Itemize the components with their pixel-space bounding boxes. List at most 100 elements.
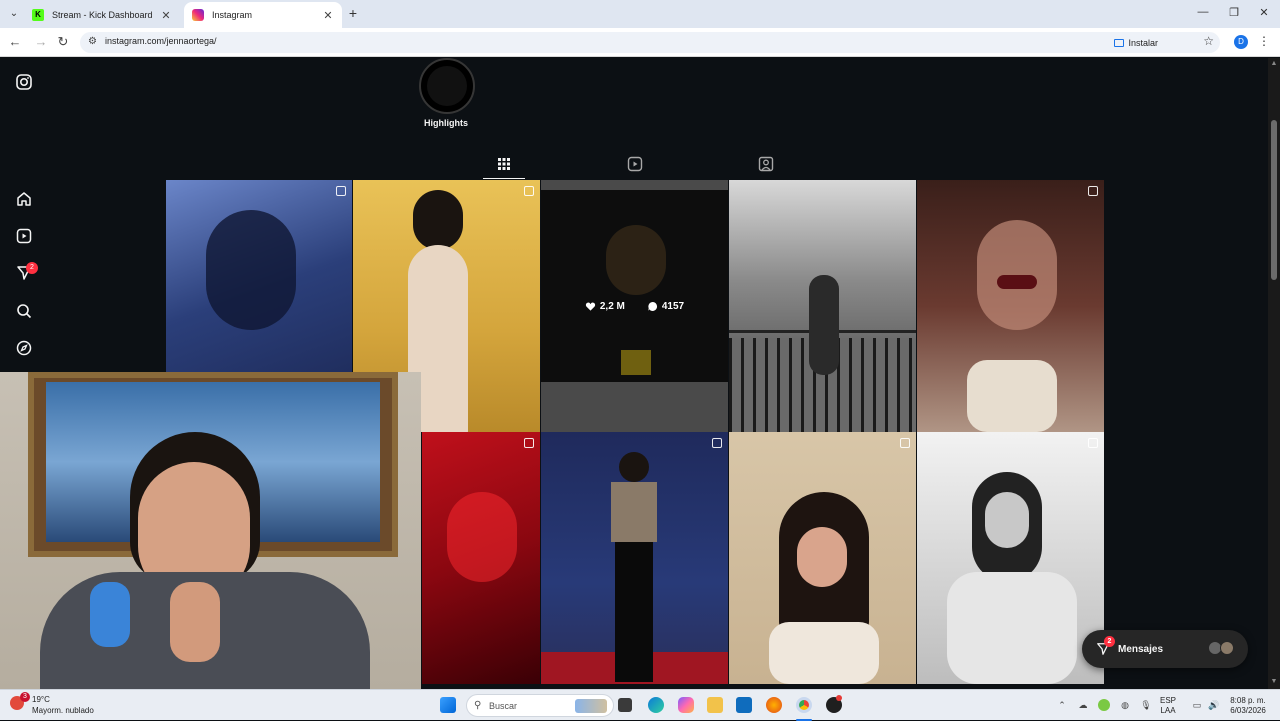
post-tile-hovered[interactable]: 2,2 M 4157 [541, 180, 728, 432]
carousel-icon [524, 438, 534, 448]
tab-kick-dashboard[interactable]: K Stream - Kick Dashboard ✕ [24, 2, 180, 28]
windows-taskbar: 3 19°C Mayorm. nublado ⚲ Buscar ⌃ ☁ ◍ 🎙 … [0, 689, 1280, 721]
address-bar[interactable]: ⚙ instagram.com/jennaortega/ Instalar ☆ [80, 32, 1220, 53]
install-app-button[interactable]: Instalar [1114, 35, 1158, 50]
back-arrow-icon[interactable]: ← [7, 34, 23, 50]
forward-arrow-icon[interactable]: → [33, 34, 49, 50]
messages-badge: 2 [1104, 636, 1115, 647]
avatar [1220, 641, 1234, 655]
post-tile[interactable] [541, 432, 728, 684]
restore-icon[interactable]: ❐ [1227, 6, 1241, 19]
kick-icon: K [32, 9, 44, 21]
site-info-icon[interactable]: ⚙ [88, 36, 97, 47]
notifications-badge: 2 [26, 262, 38, 274]
tagged-tab-icon[interactable] [758, 156, 774, 172]
clock[interactable]: 8:08 p. m. 6/03/2026 [1228, 696, 1268, 716]
firefox-icon[interactable] [766, 697, 782, 713]
store-icon[interactable] [736, 697, 752, 713]
close-tab-icon[interactable]: ✕ [160, 9, 172, 22]
search-icon[interactable] [14, 301, 34, 321]
instagram-icon [192, 9, 204, 21]
bookmark-star-icon[interactable]: ☆ [1203, 34, 1214, 48]
messages-label: Mensajes [1118, 643, 1164, 655]
search-placeholder: Buscar [489, 700, 518, 711]
post-tile[interactable] [917, 432, 1104, 684]
windows-start-icon[interactable] [440, 697, 456, 713]
comments-stat: 4157 [647, 301, 684, 312]
display-icon[interactable]: ▭ [1191, 699, 1203, 711]
instagram-page: 2 Highlights 2,2 M 4157 2 Mensajes ▲ ▼ [0, 58, 1280, 689]
likes-count: 2,2 M [599, 300, 625, 312]
search-highlight-image [575, 699, 607, 713]
explore-compass-icon[interactable] [14, 338, 34, 358]
browser-toolbar: ← → ↻ ⚙ instagram.com/jennaortega/ Insta… [0, 28, 1280, 57]
lang-bottom: LAA [1160, 706, 1176, 715]
url-text[interactable]: instagram.com/jennaortega/ [105, 36, 217, 46]
highlight-label: Highlights [424, 118, 468, 128]
story-highlight-circle[interactable] [419, 58, 475, 114]
profile-avatar[interactable]: D [1234, 35, 1248, 49]
tab-label: Stream - Kick Dashboard [52, 10, 153, 20]
comments-count: 4157 [661, 300, 685, 312]
carousel-icon [336, 186, 346, 196]
copilot-icon[interactable] [678, 697, 694, 713]
carousel-icon [1088, 186, 1098, 196]
tray-app-icon[interactable] [1098, 699, 1110, 711]
instagram-logo-icon[interactable] [14, 72, 34, 92]
carousel-icon [712, 438, 722, 448]
app-notification-dot [836, 695, 842, 701]
taskbar-search[interactable]: ⚲ Buscar [466, 694, 614, 717]
network-tray-icon[interactable]: ◍ [1119, 699, 1131, 711]
lang-top: ESP [1160, 696, 1177, 705]
minimize-icon[interactable]: — [1196, 6, 1210, 18]
post-tile[interactable] [729, 180, 916, 432]
post-tile[interactable] [422, 432, 540, 684]
edge-icon[interactable] [648, 697, 664, 713]
browser-tabstrip: ⌄ K Stream - Kick Dashboard ✕ Instagram … [0, 0, 1280, 28]
onedrive-icon[interactable]: ☁ [1077, 699, 1089, 711]
search-icon: ⚲ [474, 700, 482, 711]
weather-temp: 19°C [32, 695, 50, 704]
heart-icon [585, 302, 595, 311]
scroll-down-icon[interactable]: ▼ [1270, 678, 1278, 685]
file-explorer-icon[interactable] [707, 697, 723, 713]
install-label: Instalar [1128, 37, 1158, 48]
post-hover-overlay: 2,2 M 4157 [541, 180, 728, 432]
scroll-up-icon[interactable]: ▲ [1270, 60, 1278, 67]
likes-stat: 2,2 M [585, 301, 625, 312]
messages-button[interactable]: 2 Mensajes [1082, 630, 1248, 668]
close-window-icon[interactable]: ✕ [1257, 6, 1271, 19]
tab-instagram[interactable]: Instagram ✕ [184, 2, 342, 28]
carousel-icon [900, 438, 910, 448]
tab-search-menu-icon[interactable]: ⌄ [6, 6, 22, 22]
comment-icon [647, 301, 657, 311]
tab-label: Instagram [212, 10, 253, 20]
webcam-overlay [0, 372, 421, 689]
microphone-icon[interactable]: 🎙 [1140, 699, 1152, 711]
reels-icon[interactable] [14, 226, 34, 246]
post-tile[interactable] [917, 180, 1104, 432]
home-icon[interactable] [14, 189, 34, 209]
post-tile[interactable] [729, 432, 916, 684]
scroll-thumb[interactable] [1271, 120, 1277, 280]
browser-menu-icon[interactable]: ⋮ [1258, 34, 1270, 48]
date-text: 6/03/2026 [1230, 706, 1266, 715]
chrome-icon[interactable] [796, 697, 812, 713]
task-view-icon[interactable] [618, 698, 632, 712]
close-tab-icon[interactable]: ✕ [322, 9, 334, 22]
new-tab-button[interactable]: + [346, 6, 360, 20]
install-icon [1114, 38, 1125, 47]
weather-desc: Mayorm. nublado [32, 706, 94, 715]
reload-icon[interactable]: ↻ [55, 34, 71, 50]
weather-widget[interactable]: 19°C Mayorm. nublado [14, 694, 94, 716]
carousel-icon [524, 186, 534, 196]
language-indicator[interactable]: ESP LAA [1160, 696, 1176, 716]
reels-tab-icon[interactable] [627, 156, 643, 172]
tray-overflow-icon[interactable]: ⌃ [1056, 699, 1068, 711]
page-scrollbar[interactable]: ▲ ▼ [1268, 58, 1280, 689]
volume-icon[interactable]: 🔊 [1208, 699, 1220, 711]
posts-grid-icon[interactable] [496, 156, 512, 172]
profile-tabs [166, 150, 1104, 180]
active-tab-indicator [483, 178, 525, 179]
carousel-icon [1088, 438, 1098, 448]
